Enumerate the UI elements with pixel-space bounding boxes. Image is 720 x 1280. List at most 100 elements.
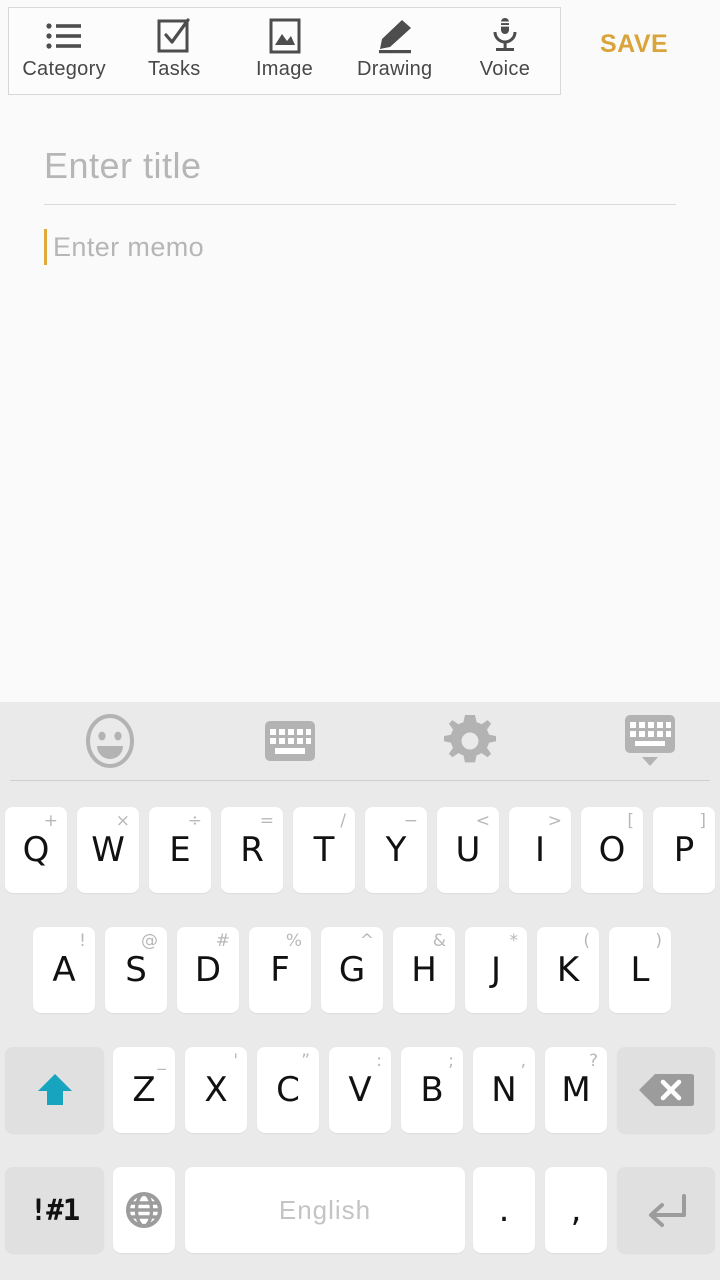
- keyboard-toolbar: [0, 702, 720, 780]
- memo-placeholder: Enter memo: [53, 231, 205, 262]
- toolbar-item-voice[interactable]: Voice: [450, 8, 560, 94]
- key-alt-label: ÷: [187, 811, 202, 831]
- key-alt-label: !: [79, 931, 86, 951]
- key-alt-label: <: [475, 811, 490, 831]
- key-i[interactable]: > I: [509, 807, 571, 893]
- hide-keyboard-button[interactable]: [560, 702, 720, 780]
- keyboard-toolbar-divider: [10, 780, 710, 781]
- key-b[interactable]: ; B: [401, 1047, 463, 1133]
- key-label: U: [455, 830, 481, 870]
- key-alt-label: @: [141, 931, 158, 951]
- key-x[interactable]: ' X: [185, 1047, 247, 1133]
- key-v[interactable]: :V: [329, 1047, 391, 1133]
- key-alt-label: ^: [359, 931, 374, 951]
- shift-icon: [35, 1070, 75, 1110]
- top-toolbar: Category Tasks Image Drawing Voice SAVE: [0, 0, 720, 102]
- key-label: Z: [132, 1070, 156, 1110]
- key-alt-label: (: [583, 931, 590, 951]
- period-key[interactable]: .: [473, 1167, 535, 1253]
- key-label: L: [630, 950, 650, 990]
- key-u[interactable]: < U: [437, 807, 499, 893]
- keyboard-row-3: _ Z ' X ” C :V ; B ,N ? M: [0, 1030, 720, 1150]
- language-key[interactable]: [113, 1167, 175, 1253]
- toolbar-item-label: Image: [255, 58, 314, 80]
- image-icon: [269, 16, 301, 56]
- key-alt-label: ;: [448, 1051, 454, 1071]
- key-s[interactable]: @ S: [105, 927, 167, 1013]
- enter-icon: [642, 1190, 690, 1230]
- pencil-icon: [375, 16, 415, 56]
- key-label: D: [194, 950, 222, 990]
- backspace-icon: [638, 1071, 694, 1109]
- key-g[interactable]: ^ G: [321, 927, 383, 1013]
- key-label: ,: [570, 1190, 582, 1230]
- toolbar-item-label: Tasks: [147, 58, 201, 80]
- key-label: .: [498, 1190, 510, 1230]
- key-alt-label: ': [233, 1051, 238, 1071]
- key-label: J: [490, 950, 502, 990]
- key-alt-label: ”: [301, 1051, 310, 1071]
- key-alt-label: ): [655, 931, 662, 951]
- key-k[interactable]: (K: [537, 927, 599, 1013]
- enter-key[interactable]: [617, 1167, 715, 1253]
- key-label: M: [561, 1070, 591, 1110]
- key-m[interactable]: ? M: [545, 1047, 607, 1133]
- shift-key[interactable]: [5, 1047, 104, 1133]
- key-alt-label: :: [376, 1051, 382, 1071]
- key-alt-label: &: [432, 931, 446, 951]
- toolbar-item-label: Voice: [479, 58, 531, 80]
- key-label: F: [270, 950, 290, 990]
- space-key[interactable]: English: [185, 1167, 465, 1253]
- emoji-button[interactable]: [20, 702, 200, 780]
- key-d[interactable]: # D: [177, 927, 239, 1013]
- symbols-key-label: !#1: [29, 1193, 80, 1227]
- title-input[interactable]: Enter title: [44, 132, 676, 200]
- key-t[interactable]: / T: [293, 807, 355, 893]
- key-label: K: [556, 950, 580, 990]
- symbols-key[interactable]: !#1: [5, 1167, 104, 1253]
- keyboard-settings-button[interactable]: [380, 702, 560, 780]
- key-label: E: [169, 830, 191, 870]
- memo-input[interactable]: Enter memo: [44, 217, 676, 277]
- key-label: G: [338, 950, 366, 990]
- key-label: C: [276, 1070, 300, 1110]
- key-j[interactable]: * J: [465, 927, 527, 1013]
- save-button[interactable]: SAVE: [600, 30, 668, 59]
- space-key-label: English: [278, 1194, 372, 1225]
- on-screen-keyboard: + Q × W ÷ E = R / T − Y < U > I [O ] P ! A @ S # D %…: [0, 702, 720, 1280]
- text-caret: [44, 229, 47, 265]
- key-z[interactable]: _ Z: [113, 1047, 175, 1133]
- note-editor-screen: Category Tasks Image Drawing Voice SAVE …: [0, 0, 720, 1280]
- key-l[interactable]: ) L: [609, 927, 671, 1013]
- key-y[interactable]: − Y: [365, 807, 427, 893]
- keyboard-switch-button[interactable]: [200, 702, 380, 780]
- key-n[interactable]: ,N: [473, 1047, 535, 1133]
- title-underline: [44, 204, 676, 205]
- toolbar-item-tasks[interactable]: Tasks: [119, 8, 229, 94]
- toolbar-item-drawing[interactable]: Drawing: [340, 8, 450, 94]
- backspace-key[interactable]: [617, 1047, 715, 1133]
- hide-keyboard-icon: [625, 715, 675, 767]
- key-e[interactable]: ÷ E: [149, 807, 211, 893]
- key-alt-label: _: [157, 1051, 167, 1071]
- key-h[interactable]: & H: [393, 927, 455, 1013]
- comma-key[interactable]: ,: [545, 1167, 607, 1253]
- toolbar-item-image[interactable]: Image: [229, 8, 339, 94]
- key-o[interactable]: [O: [581, 807, 643, 893]
- key-alt-label: *: [509, 931, 519, 951]
- key-alt-label: +: [43, 811, 58, 831]
- key-q[interactable]: + Q: [5, 807, 67, 893]
- toolbar-item-category[interactable]: Category: [9, 8, 119, 94]
- key-p[interactable]: ] P: [653, 807, 715, 893]
- key-alt-label: [: [627, 811, 634, 831]
- key-r[interactable]: = R: [221, 807, 283, 893]
- key-f[interactable]: % F: [249, 927, 311, 1013]
- key-alt-label: >: [547, 811, 562, 831]
- key-a[interactable]: ! A: [33, 927, 95, 1013]
- key-w[interactable]: × W: [77, 807, 139, 893]
- keyboard-row-1: + Q × W ÷ E = R / T − Y < U > I [O ] P: [0, 790, 720, 910]
- key-label: A: [52, 950, 76, 990]
- key-alt-label: %: [285, 931, 302, 951]
- key-c[interactable]: ” C: [257, 1047, 319, 1133]
- microphone-icon: [491, 16, 519, 56]
